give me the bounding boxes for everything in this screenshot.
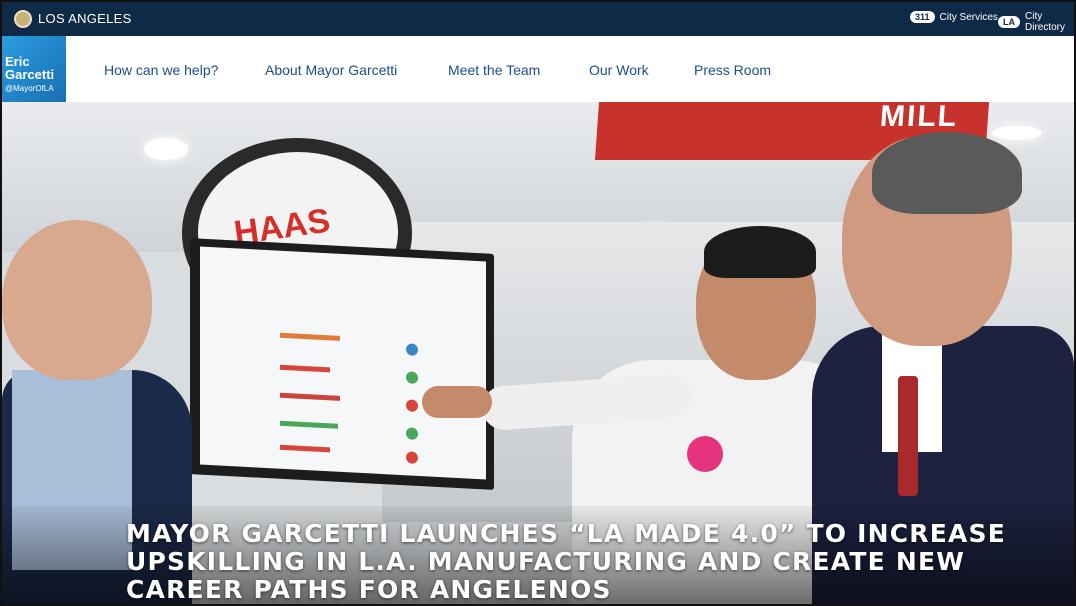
mayor-logo[interactable]: Eric Garcetti @MayorOfLA — [2, 36, 66, 102]
nav-about-mayor[interactable]: About Mayor Garcetti — [265, 62, 397, 78]
city-top-bar: LOS ANGELES 311 City Services LA City Di… — [2, 2, 1074, 36]
status-dot — [406, 427, 418, 440]
city-services-link[interactable]: 311 City Services — [910, 11, 998, 23]
person-left-head — [2, 220, 152, 380]
person-center-hair — [704, 226, 816, 278]
311-badge: 311 — [910, 11, 935, 23]
screen-bar — [280, 332, 340, 341]
status-dot — [406, 451, 418, 464]
ceiling-light — [144, 138, 188, 160]
screen-bar — [280, 364, 330, 373]
page-frame: LOS ANGELES 311 City Services LA City Di… — [0, 0, 1076, 606]
city-directory-link[interactable]: LA City Directory — [998, 11, 1074, 33]
site-name-link[interactable]: LOS ANGELES — [38, 11, 132, 26]
pink-badge — [687, 436, 723, 472]
screen-bar — [280, 444, 330, 453]
status-dot — [406, 343, 418, 356]
status-dot — [406, 371, 418, 384]
hero-image[interactable]: MILL HAAS MAYOR GARCETTI LAUNCHES “LA MA… — [2, 102, 1074, 604]
screen-bar — [280, 420, 338, 429]
city-services-label: City Services — [939, 11, 998, 23]
la-badge: LA — [998, 16, 1020, 28]
city-directory-label: City Directory — [1025, 11, 1066, 33]
status-dot — [406, 399, 418, 412]
logo-last-name: Garcetti — [5, 67, 55, 82]
banner-text: MILL — [878, 102, 960, 133]
person-right-hair — [872, 132, 1022, 214]
main-navigation: Eric Garcetti @MayorOfLA How can we help… — [2, 36, 1074, 102]
nav-press-room[interactable]: Press Room — [694, 62, 771, 78]
nav-our-work[interactable]: Our Work — [589, 62, 649, 78]
city-seal-icon — [14, 10, 32, 28]
person-right-tie — [898, 376, 918, 496]
person-center-hand — [422, 386, 492, 418]
nav-meet-the-team[interactable]: Meet the Team — [448, 62, 540, 78]
screen-bar — [280, 392, 340, 401]
logo-handle: @MayorOfLA — [5, 84, 54, 93]
hero-headline[interactable]: MAYOR GARCETTI LAUNCHES “LA MADE 4.0” TO… — [126, 520, 1026, 604]
nav-how-can-we-help[interactable]: How can we help? — [104, 62, 218, 78]
monitor-screen — [200, 246, 486, 480]
